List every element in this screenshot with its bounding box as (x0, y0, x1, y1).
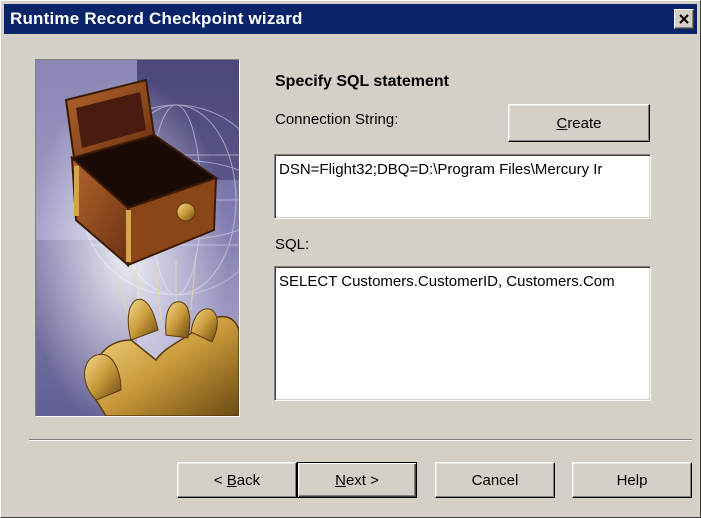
close-icon (679, 14, 689, 24)
sql-statement-field[interactable]: SELECT Customers.CustomerID, Customers.C… (274, 266, 651, 401)
footer-separator (29, 439, 692, 441)
next-button[interactable]: Next > (297, 462, 417, 498)
help-button[interactable]: Help (572, 462, 692, 498)
back-button[interactable]: < Back (177, 462, 297, 498)
sql-label: SQL: (275, 236, 310, 253)
back-button-label: < Back (213, 471, 261, 489)
close-button[interactable] (674, 9, 694, 29)
connection-string-label: Connection String: (275, 111, 399, 128)
wizard-illustration (35, 59, 240, 417)
title-bar[interactable]: Runtime Record Checkpoint wizard (4, 4, 697, 34)
step-heading: Specify SQL statement (275, 73, 449, 90)
create-button[interactable]: Create (508, 104, 650, 142)
wizard-window: Runtime Record Checkpoint wizard Specify… (0, 0, 701, 518)
connection-string-field[interactable]: DSN=Flight32;DBQ=D:\Program Files\Mercur… (274, 154, 651, 219)
cancel-button[interactable]: Cancel (435, 462, 555, 498)
window-title: Runtime Record Checkpoint wizard (10, 9, 303, 28)
wizard-illustration-icon (36, 60, 239, 416)
next-button-label: Next > (335, 471, 379, 489)
create-button-label: Create (556, 114, 602, 132)
